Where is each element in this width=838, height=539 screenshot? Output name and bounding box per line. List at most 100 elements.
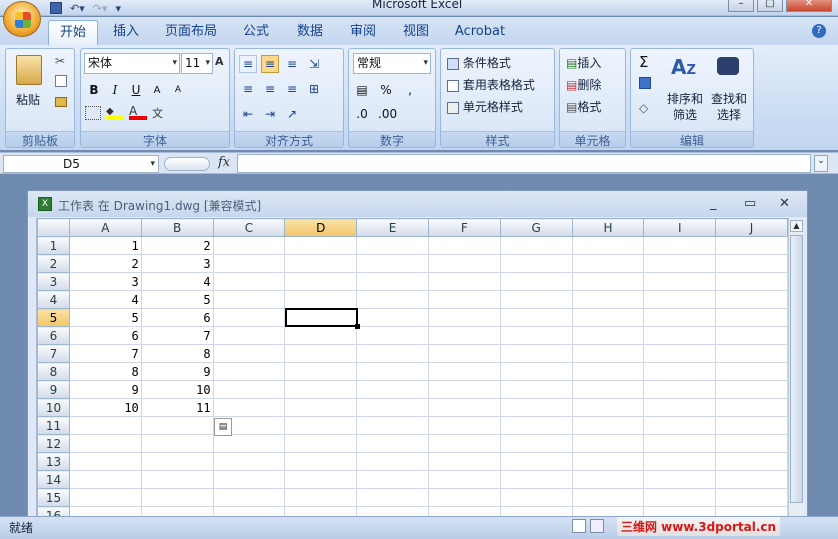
sort-filter-icon[interactable]: AZ: [671, 55, 696, 79]
cell-b1[interactable]: 2: [140, 236, 214, 255]
cell-b12[interactable]: [140, 434, 214, 453]
conditional-format-button[interactable]: 条件格式: [447, 54, 511, 71]
font-name-select[interactable]: 宋体 ▾: [84, 53, 180, 74]
decrease-indent-icon[interactable]: ⇤: [239, 105, 257, 123]
cell-a14[interactable]: [68, 470, 142, 489]
tab-view[interactable]: 视图: [396, 20, 436, 45]
cell-c8[interactable]: [212, 362, 286, 381]
delete-cells-button[interactable]: ▤删除: [566, 76, 601, 93]
autosum-icon[interactable]: Σ: [639, 53, 648, 71]
row-header[interactable]: 3: [37, 272, 70, 291]
workbook-restore-button[interactable]: ▭: [744, 196, 756, 211]
cell-f8[interactable]: [427, 362, 501, 381]
cell-h8[interactable]: [571, 362, 645, 381]
customize-qat-icon[interactable]: ▾: [116, 2, 122, 15]
cell-b2[interactable]: 3: [140, 254, 214, 273]
fill-color-icon[interactable]: ◆: [106, 106, 124, 120]
cell-b4[interactable]: 5: [140, 290, 214, 309]
cell-j5[interactable]: [715, 308, 788, 327]
row-header[interactable]: 4: [37, 290, 70, 309]
align-right-icon[interactable]: ≡: [283, 80, 301, 98]
cell-h16[interactable]: [571, 506, 645, 516]
cell-c2[interactable]: [212, 254, 286, 273]
tab-insert[interactable]: 插入: [106, 20, 146, 45]
align-left-icon[interactable]: ≡: [239, 80, 257, 98]
cell-i14[interactable]: [643, 470, 717, 489]
cell-h5[interactable]: [571, 308, 645, 327]
normal-view-icon[interactable]: [572, 519, 586, 533]
font-size-select[interactable]: 11 ▾: [181, 53, 213, 74]
cell-h7[interactable]: [571, 344, 645, 363]
cell-d13[interactable]: [284, 452, 358, 471]
row-header[interactable]: 11: [37, 416, 70, 435]
cell-h11[interactable]: [571, 416, 645, 435]
format-cells-button[interactable]: ▤格式: [566, 98, 601, 115]
cell-g2[interactable]: [499, 254, 573, 273]
cell-j14[interactable]: [715, 470, 788, 489]
cell-d2[interactable]: [284, 254, 358, 273]
grow-font-icon[interactable]: A: [215, 55, 224, 68]
cell-b16[interactable]: [140, 506, 214, 516]
wrap-text-icon[interactable]: ⇲: [305, 55, 323, 73]
cell-i7[interactable]: [643, 344, 717, 363]
cell-e14[interactable]: [356, 470, 429, 489]
column-header-g[interactable]: G: [499, 218, 573, 237]
cell-e2[interactable]: [356, 254, 429, 273]
cell-j13[interactable]: [715, 452, 788, 471]
increase-indent-icon[interactable]: ⇥: [261, 105, 279, 123]
cell-h14[interactable]: [571, 470, 645, 489]
cell-f12[interactable]: [427, 434, 501, 453]
cell-f1[interactable]: [427, 236, 501, 255]
cell-h9[interactable]: [571, 380, 645, 399]
cell-c1[interactable]: [212, 236, 286, 255]
cell-b11[interactable]: [140, 416, 214, 435]
cell-i6[interactable]: [643, 326, 717, 345]
cell-a8[interactable]: 8: [68, 362, 142, 381]
cell-f10[interactable]: [427, 398, 501, 417]
row-header[interactable]: 1: [37, 236, 70, 255]
cell-b9[interactable]: 10: [140, 380, 214, 399]
cell-a7[interactable]: 7: [68, 344, 142, 363]
cell-c10[interactable]: [212, 398, 286, 417]
fill-handle[interactable]: [354, 323, 360, 329]
cell-f6[interactable]: [427, 326, 501, 345]
cell-i11[interactable]: [643, 416, 717, 435]
column-header-h[interactable]: H: [571, 218, 645, 237]
cell-i8[interactable]: [643, 362, 717, 381]
tab-page-layout[interactable]: 页面布局: [160, 20, 222, 45]
cell-g9[interactable]: [499, 380, 573, 399]
cell-d3[interactable]: [284, 272, 358, 291]
cell-b8[interactable]: 9: [140, 362, 214, 381]
column-header-b[interactable]: B: [140, 218, 214, 237]
cell-f11[interactable]: [427, 416, 501, 435]
expand-formula-bar-icon[interactable]: ⌄: [814, 155, 828, 172]
cell-d11[interactable]: [284, 416, 358, 435]
cell-g7[interactable]: [499, 344, 573, 363]
borders-icon[interactable]: [85, 106, 101, 120]
worksheet-grid[interactable]: ABCDEFGHIJ 1 1 2 2 2 3 3 3 4 4 4 5 5 5 6 6 6 7 7 7 8 8 8 9 9 9 10 1…: [36, 218, 788, 516]
cell-g6[interactable]: [499, 326, 573, 345]
close-button[interactable]: ✕: [786, 0, 832, 12]
cell-h15[interactable]: [571, 488, 645, 507]
orientation-icon[interactable]: ↗: [283, 105, 301, 123]
cell-g12[interactable]: [499, 434, 573, 453]
cell-i1[interactable]: [643, 236, 717, 255]
cell-b14[interactable]: [140, 470, 214, 489]
column-header-e[interactable]: E: [356, 218, 429, 237]
cell-d9[interactable]: [284, 380, 358, 399]
binoculars-icon[interactable]: [717, 57, 739, 75]
cell-c16[interactable]: [212, 506, 286, 516]
cell-f13[interactable]: [427, 452, 501, 471]
cell-e1[interactable]: [356, 236, 429, 255]
cell-a4[interactable]: 4: [68, 290, 142, 309]
cell-c7[interactable]: [212, 344, 286, 363]
decrease-decimal-icon[interactable]: .00: [377, 105, 397, 123]
cell-e10[interactable]: [356, 398, 429, 417]
shrink-font-icon[interactable]: A: [148, 81, 166, 99]
cell-d5[interactable]: [284, 308, 358, 327]
cell-e3[interactable]: [356, 272, 429, 291]
cell-h12[interactable]: [571, 434, 645, 453]
number-format-select[interactable]: 常规 ▾: [353, 53, 431, 74]
cell-f5[interactable]: [427, 308, 501, 327]
row-header[interactable]: 6: [37, 326, 70, 345]
